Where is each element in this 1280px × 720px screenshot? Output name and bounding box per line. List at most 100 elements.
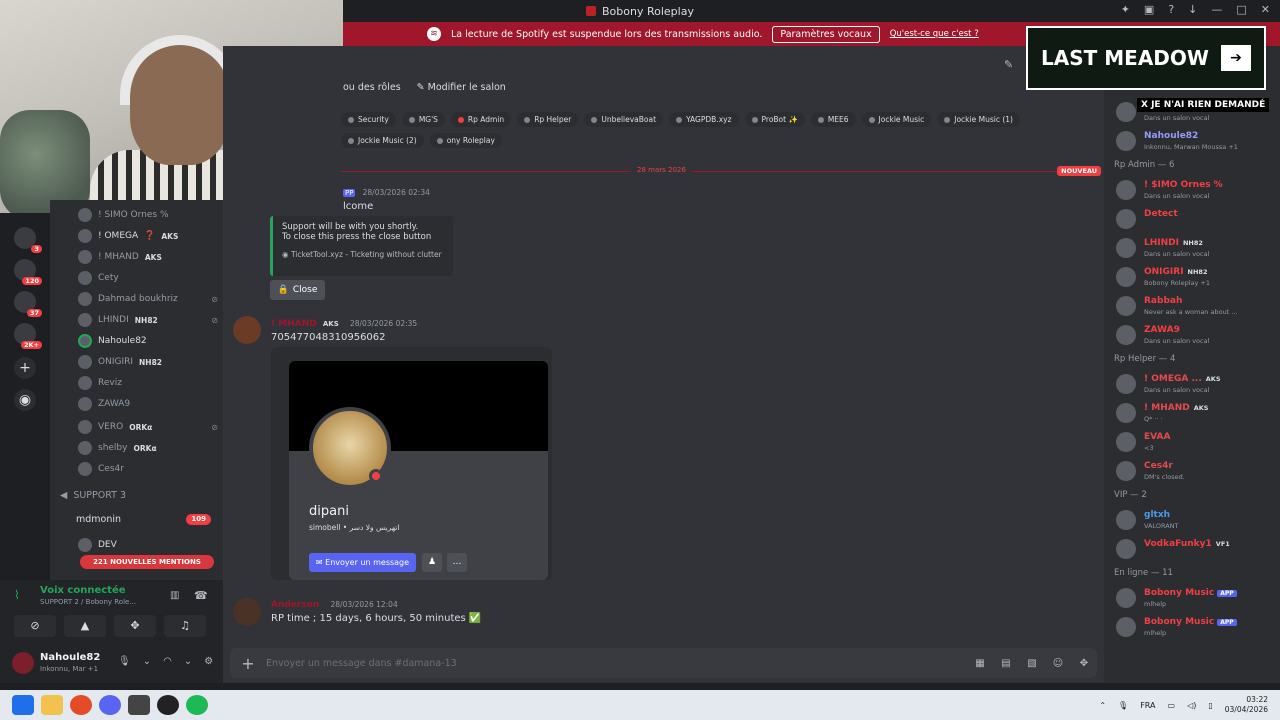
member-row[interactable]: ONIGIRI NH82 Bobony Roleplay +1 (1114, 263, 1276, 291)
message-author[interactable]: Anderson (271, 600, 319, 610)
server-icon[interactable]: 3 (14, 227, 42, 253)
voice-user[interactable]: Cety (78, 269, 218, 287)
voice-channel-support[interactable]: ◀ SUPPORT 3 (60, 490, 126, 501)
voice-user[interactable]: Ces4r (78, 460, 218, 478)
chrome-icon[interactable] (70, 695, 92, 715)
member-row[interactable]: Nahoule82 Inkonnu, Marwan Moussa +1 (1114, 127, 1276, 155)
inbox-icon[interactable]: ▣ (1144, 3, 1154, 16)
edit-channel-button[interactable]: ✎ Modifier le salon (417, 82, 506, 93)
file-explorer-icon[interactable] (41, 695, 63, 715)
member-row[interactable]: ! $IMO Ornes % Dans un salon vocal (1114, 176, 1276, 204)
add-server-button[interactable]: + (14, 357, 36, 379)
voice-user[interactable]: DEV (78, 536, 218, 554)
voice-settings-button[interactable]: Paramètres vocaux (772, 25, 880, 43)
emoji-icon[interactable]: ☺ (1045, 658, 1071, 669)
explore-servers-icon[interactable]: ◉ (14, 389, 36, 411)
banner-help-link[interactable]: Qu'est-ce que c'est ? (890, 29, 979, 39)
help-icon[interactable]: ? (1168, 3, 1174, 16)
member-row[interactable]: VodkaFunky1 VF1 (1114, 535, 1276, 563)
voice-user[interactable]: Dahmad boukhriz ⊘ (78, 290, 218, 308)
send-message-button[interactable]: ✉ Envoyer un message (309, 553, 416, 572)
role-chip[interactable]: Security (341, 112, 396, 127)
server-icon[interactable]: 37 (14, 291, 42, 317)
close-ticket-button[interactable]: 🔒 Close (270, 280, 325, 300)
attach-plus-icon[interactable]: + (230, 654, 266, 673)
member-row[interactable]: ! MHAND AKS Q* ·· · (1114, 399, 1276, 427)
disconnect-icon[interactable]: ☎ (194, 589, 208, 602)
role-chip[interactable]: Jockie Music (861, 112, 932, 127)
role-chip[interactable]: Jockie Music (1) (937, 112, 1020, 127)
avatar[interactable] (233, 316, 261, 344)
voice-user[interactable]: VERO ORKα ⊘ (78, 418, 218, 436)
start-icon[interactable] (12, 695, 34, 715)
voice-user[interactable]: Reviz (78, 374, 218, 392)
noise-suppression-icon[interactable]: ▥ (170, 590, 179, 601)
activities-button[interactable]: ✥ (114, 615, 156, 637)
role-chip[interactable]: MEE6 (810, 112, 856, 127)
role-chip[interactable]: YAGPDB.xyz (669, 112, 739, 127)
language-indicator[interactable]: FRA (1140, 701, 1155, 710)
voice-user[interactable]: ! OMEGA ❓ AKS (78, 227, 218, 245)
avatar[interactable] (12, 652, 34, 674)
download-icon[interactable]: ↓ (1188, 3, 1197, 16)
role-chip[interactable]: ony Roleplay (429, 133, 502, 148)
chevron-down-icon[interactable]: ⌄ (143, 656, 151, 667)
settings-gear-icon[interactable]: ⚙ (204, 656, 213, 667)
role-chip[interactable]: UnbelievaBoat (584, 112, 664, 127)
spotify-icon[interactable] (186, 695, 208, 715)
role-chip[interactable]: Rp Helper (517, 112, 579, 127)
network-icon[interactable]: ▭ (1168, 701, 1176, 710)
role-chip[interactable]: ProBot ✨ (744, 112, 805, 127)
add-friend-icon[interactable]: ♟ (422, 553, 442, 572)
microphone-icon[interactable]: 🎙 (1118, 701, 1128, 710)
member-row[interactable]: LHINDI NH82 Dans un salon vocal (1114, 234, 1276, 262)
role-chip[interactable]: Jockie Music (2) (341, 133, 424, 148)
pin-icon[interactable]: ✎ (1004, 58, 1013, 71)
voice-user[interactable]: shelby ORKα (78, 439, 218, 457)
apps-icon[interactable]: ✥ (1071, 658, 1097, 669)
avatar[interactable] (233, 598, 261, 626)
minimize-button[interactable]: — (1211, 3, 1222, 16)
member-row[interactable]: Rabbah Never ask a woman about ... (1114, 292, 1276, 320)
member-row[interactable]: gltxh VALORANT (1114, 506, 1276, 534)
chevron-up-icon[interactable]: ⌃ (1099, 701, 1106, 710)
username[interactable]: Nahoule82 (40, 652, 100, 663)
member-row[interactable]: Bobony Music APP mlhelp (1114, 584, 1276, 612)
member-row[interactable]: Ces4r DM's closed. (1114, 457, 1276, 485)
message-author[interactable]: ! MHAND (271, 319, 317, 329)
message-input[interactable] (266, 657, 967, 669)
app-icon[interactable] (128, 695, 150, 715)
voice-user[interactable]: Nahoule82 (78, 332, 218, 350)
soundboard-button[interactable]: ♫ (164, 615, 206, 637)
sticker-icon[interactable]: ▧ (1019, 658, 1045, 669)
close-window-button[interactable]: ✕ (1261, 3, 1270, 16)
obs-icon[interactable] (157, 695, 179, 715)
channel-mdmonin[interactable]: mdmonin 109 (76, 514, 211, 525)
voice-channel[interactable]: SUPPORT 2 / Bobony Role... (40, 598, 136, 606)
role-chip[interactable]: MG'S (401, 112, 445, 127)
battery-icon[interactable]: ▯ (1208, 701, 1212, 710)
voice-user[interactable]: ! SIMO Ornes % (78, 206, 218, 224)
gift-icon[interactable]: ▦ (967, 658, 993, 669)
discord-icon[interactable] (99, 695, 121, 715)
role-chip[interactable]: Rp Admin (450, 112, 512, 127)
microphone-icon[interactable]: 🎙 (118, 656, 131, 667)
server-icon[interactable]: 120 (14, 259, 42, 285)
member-row[interactable]: Detect (1114, 205, 1276, 233)
nitro-icon[interactable]: ✦ (1121, 3, 1130, 16)
headphones-icon[interactable]: ◠ (163, 656, 172, 667)
gif-icon[interactable]: ▤ (993, 658, 1019, 669)
screen-share-button[interactable]: ▲ (64, 615, 106, 637)
more-options-icon[interactable]: … (447, 553, 467, 572)
chevron-down-icon[interactable]: ⌄ (184, 656, 192, 667)
maximize-button[interactable]: □ (1236, 3, 1246, 16)
voice-user[interactable]: LHINDI NH82 ⊘ (78, 311, 218, 329)
new-mentions-pill[interactable]: 221 NOUVELLES MENTIONS (80, 555, 214, 569)
camera-off-button[interactable]: ⊘ (14, 615, 56, 637)
member-row[interactable]: Bobony Music APP mlhelp (1114, 613, 1276, 641)
volume-icon[interactable]: ◁) (1187, 701, 1196, 710)
voice-user[interactable]: ! MHAND AKS (78, 248, 218, 266)
server-icon[interactable]: 2K+ (14, 323, 42, 349)
member-row[interactable]: ! OMEGA ... AKS Dans un salon vocal (1114, 370, 1276, 398)
member-row[interactable]: ZAWA9 Dans un salon vocal (1114, 321, 1276, 349)
